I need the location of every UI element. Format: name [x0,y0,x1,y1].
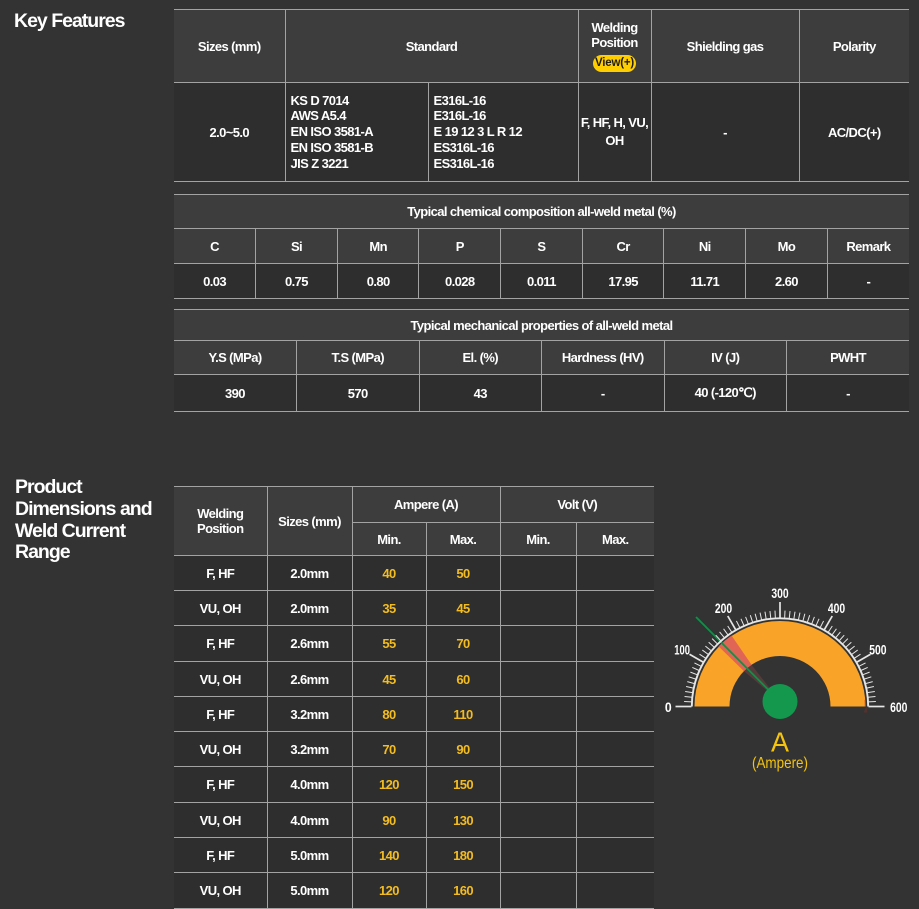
svg-text:600: 600 [890,700,907,715]
svg-text:500: 500 [869,643,886,658]
svg-text:A: A [771,727,789,758]
svg-text:0: 0 [665,700,672,715]
svg-text:100: 100 [674,643,690,658]
svg-text:200: 200 [715,601,732,616]
svg-text:400: 400 [828,601,845,616]
svg-text:(Ampere): (Ampere) [752,755,808,772]
svg-text:300: 300 [771,586,788,601]
